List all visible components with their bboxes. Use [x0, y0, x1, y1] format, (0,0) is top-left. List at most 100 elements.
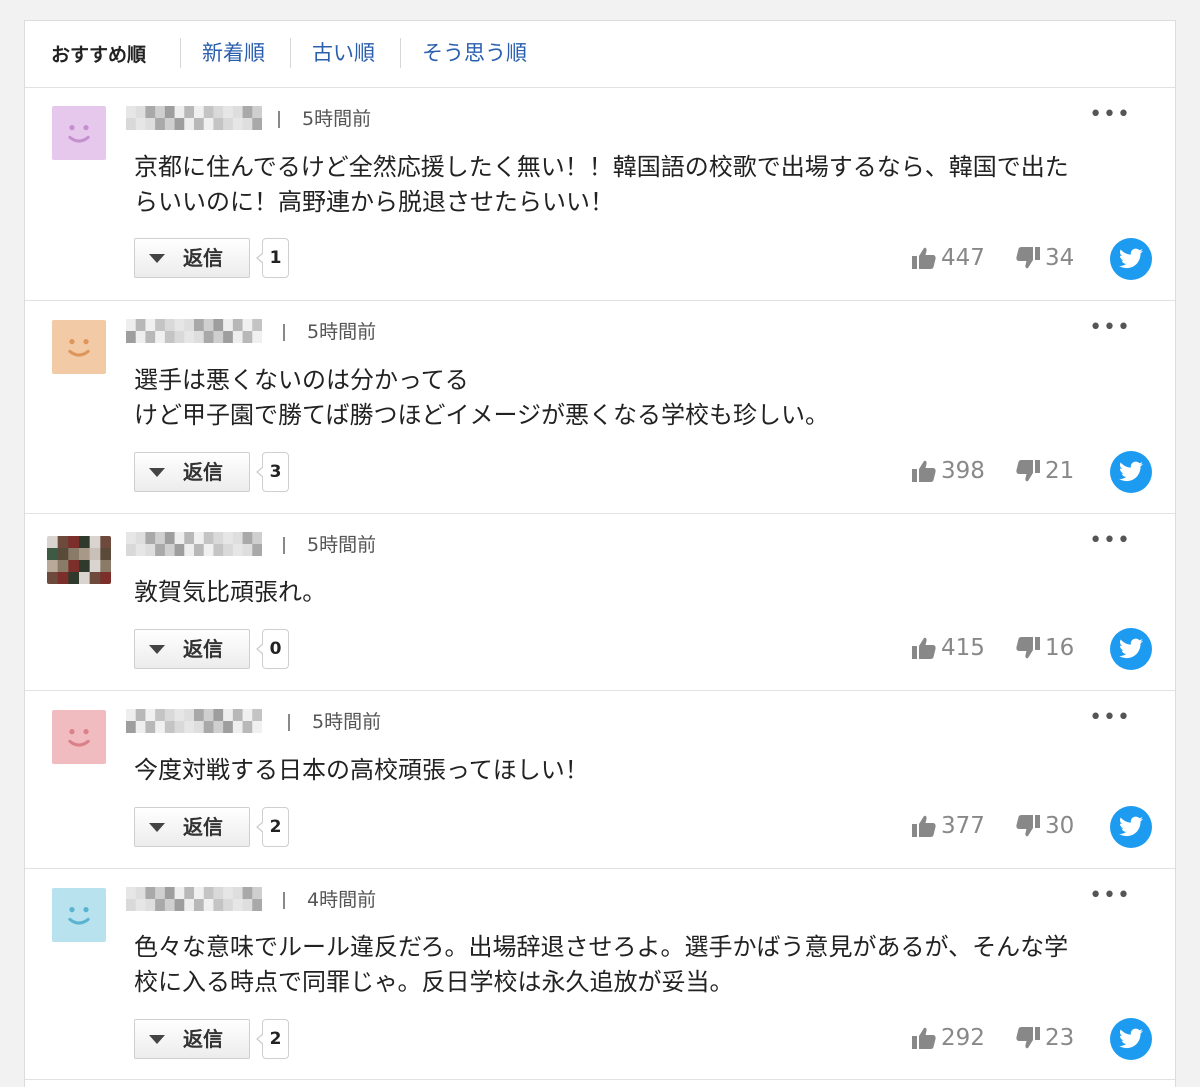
username-pixel [184, 319, 195, 332]
username-pixel [155, 118, 166, 131]
reply-count: 1 [256, 238, 289, 278]
username-pixel [252, 899, 263, 912]
username-pixel [135, 721, 146, 734]
meta-divider [278, 111, 280, 128]
like-count: 398 [941, 458, 985, 484]
reply-button[interactable]: 返信 [134, 629, 250, 669]
username-pixel [194, 106, 205, 119]
avatar-pixel [100, 572, 111, 584]
username-pixel [184, 106, 195, 119]
username-pixel [145, 106, 156, 119]
more-options-icon[interactable]: ••• [1089, 102, 1131, 127]
caret-down-icon [149, 468, 165, 477]
username-pixel [164, 106, 176, 119]
twitter-share-button[interactable] [1110, 806, 1152, 848]
username-pixel [145, 319, 156, 332]
avatar[interactable] [52, 710, 106, 764]
username-pixel [174, 721, 185, 734]
more-options-icon[interactable]: ••• [1089, 705, 1131, 730]
username-pixel [155, 319, 166, 332]
username-pixel [203, 709, 214, 722]
username-pixel [135, 544, 146, 557]
username-pixel [164, 709, 176, 722]
username-pixel [126, 709, 137, 722]
username-pixel [223, 118, 234, 131]
avatar[interactable] [52, 888, 106, 942]
reply-count: 3 [256, 452, 289, 492]
username-pixel [164, 899, 176, 912]
reply-button[interactable]: 返信 [134, 1019, 250, 1059]
username-pixel [213, 544, 224, 557]
twitter-share-button[interactable] [1110, 1018, 1152, 1060]
username-blurred[interactable] [126, 532, 263, 557]
username-pixel [242, 887, 253, 900]
username-pixel [232, 106, 244, 119]
username-pixel [174, 709, 185, 722]
comment-line: 色々な意味でルール違反だろ。出場辞退させろよ。選手かばう意見があるが、そんな学 [134, 933, 1069, 961]
username-pixel [174, 118, 185, 131]
username-pixel [174, 899, 185, 912]
username-pixel [184, 544, 195, 557]
avatar-pixel [57, 560, 69, 573]
sort-tab-recommended[interactable]: おすすめ順 [51, 42, 146, 68]
username-pixel [174, 319, 185, 332]
username-pixel [232, 331, 244, 344]
username-blurred[interactable] [126, 887, 263, 912]
username-pixel [194, 544, 205, 557]
username-pixel [242, 532, 253, 545]
username-pixel [126, 721, 137, 734]
username-pixel [252, 544, 263, 557]
sort-divider [400, 38, 401, 68]
reply-button[interactable]: 返信 [134, 452, 250, 492]
username-pixel [145, 331, 156, 344]
reply-button[interactable]: 返信 [134, 238, 250, 278]
username-pixel [184, 887, 195, 900]
username-pixel [126, 319, 137, 332]
reply-button[interactable]: 返信 [134, 807, 250, 847]
sort-tab-oldest[interactable]: 古い順 [312, 40, 375, 66]
username-pixel [184, 709, 195, 722]
more-options-icon[interactable]: ••• [1089, 883, 1131, 908]
more-options-icon[interactable]: ••• [1089, 528, 1131, 553]
username-blurred[interactable] [126, 709, 263, 734]
username-pixel [155, 532, 166, 545]
avatar-pixel [57, 572, 69, 584]
username-pixel [184, 532, 195, 545]
comment-time: 5時間前 [302, 108, 372, 130]
username-blurred[interactable] [126, 319, 263, 344]
username-pixel [252, 319, 263, 332]
twitter-share-button[interactable] [1110, 628, 1152, 670]
sort-tab-newest[interactable]: 新着順 [202, 40, 265, 66]
avatar[interactable] [47, 536, 111, 584]
caret-down-icon [149, 823, 165, 832]
username-blurred[interactable] [126, 106, 263, 131]
username-pixel [194, 118, 205, 131]
twitter-share-button[interactable] [1110, 238, 1152, 280]
username-pixel [135, 532, 146, 545]
username-pixel [145, 709, 156, 722]
blurred-photo-icon [47, 536, 111, 584]
comment-panel: おすすめ順 新着順 古い順 そう思う順 5時間前 ••• 京都に住んでるけど全然… [24, 20, 1176, 1087]
username-pixel [223, 532, 234, 545]
avatar-pixel [57, 536, 69, 549]
avatar[interactable] [52, 320, 106, 374]
sort-tab-agree[interactable]: そう思う順 [422, 40, 527, 66]
twitter-share-button[interactable] [1110, 451, 1152, 493]
username-pixel [213, 532, 224, 545]
reply-label: 返信 [183, 815, 223, 839]
avatar-eye [83, 125, 89, 131]
smiley-purple-icon [52, 106, 106, 160]
dislike-count: 21 [1045, 458, 1075, 484]
more-options-icon[interactable]: ••• [1089, 315, 1131, 340]
avatar[interactable] [52, 106, 106, 160]
username-pixel [145, 887, 156, 900]
username-pixel [232, 544, 244, 557]
avatar-pixel [68, 560, 80, 573]
username-pixel [213, 709, 224, 722]
username-pixel [242, 721, 253, 734]
comment-time: 4時間前 [307, 889, 377, 911]
username-pixel [213, 721, 224, 734]
username-pixel [155, 709, 166, 722]
comment-line: 校に入る時点で同罪じゃ。反日学校は永久追放が妥当。 [134, 968, 734, 996]
username-pixel [145, 118, 156, 131]
